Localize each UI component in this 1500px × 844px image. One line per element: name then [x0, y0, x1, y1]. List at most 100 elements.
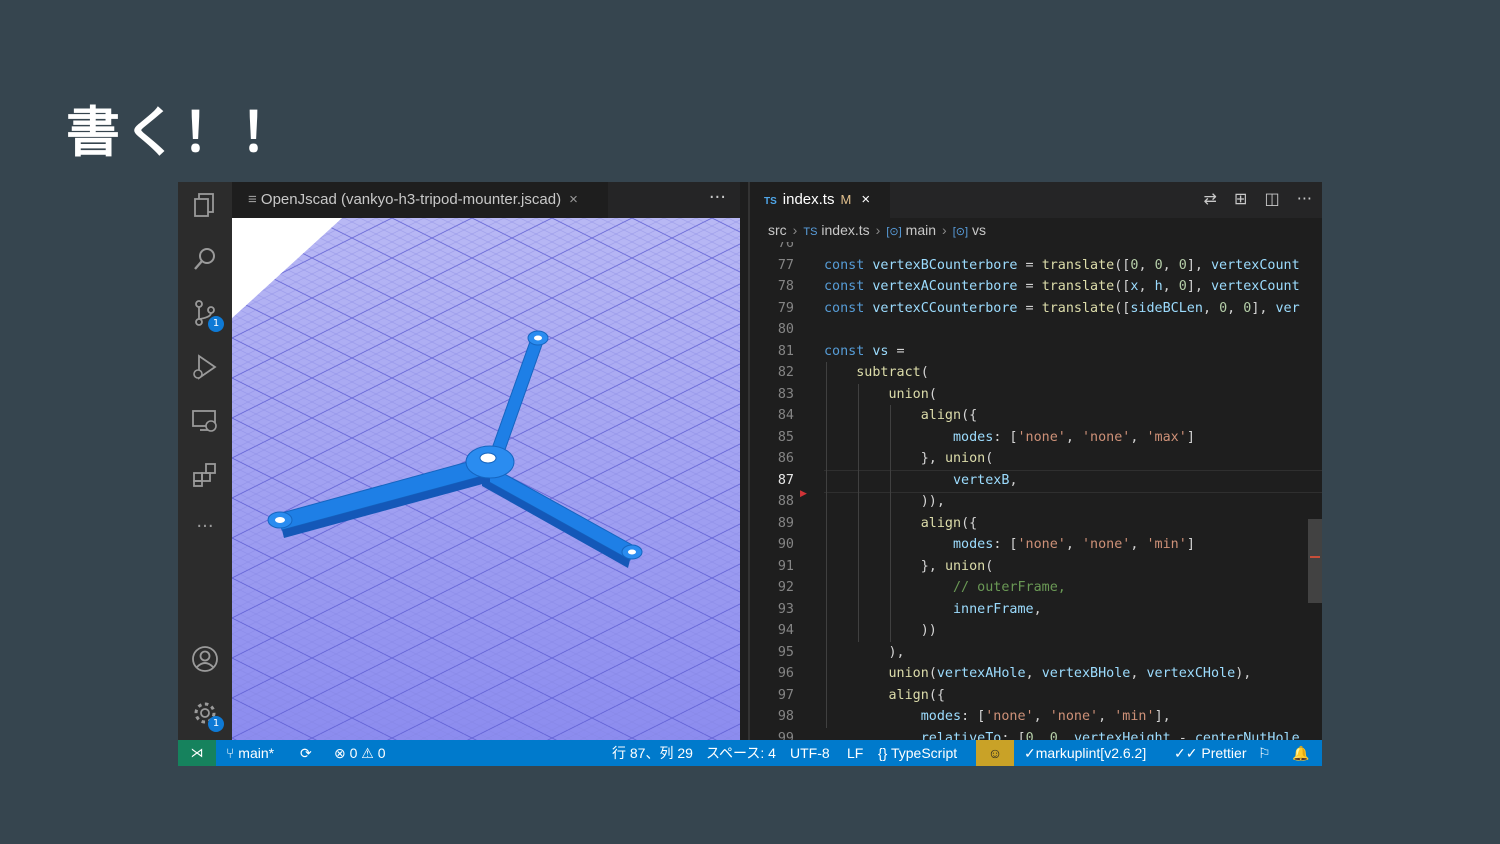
code-line[interactable]: 85 modes: ['none', 'none', 'max']	[750, 427, 1322, 449]
more-actions-icon[interactable]: ···	[1297, 189, 1312, 208]
breadcrumb-symbol-main[interactable]: main	[906, 222, 936, 238]
indent-guide	[890, 405, 891, 642]
code-line[interactable]: 99 relativeTo: [0, 0, vertexHeight - cen…	[750, 728, 1322, 741]
line-number: 96	[777, 666, 794, 681]
sync-icon[interactable]: ⟳	[300, 740, 312, 766]
code-text: modes: ['none', 'none', 'max']	[953, 429, 1195, 445]
code-text: relativeTo: [0, 0, vertexHeight - center…	[920, 730, 1300, 741]
end-of-line[interactable]: LF	[847, 740, 863, 766]
right-editor-tabbar: TS index.ts M × ⇄ ⊞ ◫ ···	[750, 182, 1322, 218]
close-icon[interactable]: ×	[569, 191, 578, 208]
code-line[interactable]: 91 }, union(	[750, 556, 1322, 578]
code-line[interactable]: 94 ))	[750, 620, 1322, 642]
settings-badge: 1	[208, 716, 224, 732]
code-editor[interactable]: 76 77 const vertexBCounterbore = translate…	[750, 242, 1322, 740]
settings-gear-icon[interactable]: 1	[190, 698, 224, 732]
extensions-icon[interactable]	[190, 460, 220, 490]
line-number: 79	[777, 300, 794, 316]
code-text: vertexB,	[953, 472, 1018, 488]
indent-guide	[858, 383, 859, 642]
code-line[interactable]: 88 )),	[750, 491, 1322, 513]
outline-icon[interactable]: ⊞	[1234, 189, 1247, 208]
remote-explorer-icon[interactable]	[190, 406, 220, 436]
run-debug-icon[interactable]	[190, 352, 220, 382]
code-line[interactable]: 98 modes: ['none', 'none', 'min'],	[750, 706, 1322, 728]
encoding[interactable]: UTF-8	[790, 740, 830, 766]
search-icon[interactable]	[190, 244, 220, 274]
activity-bar: 1 ··· 1	[178, 182, 232, 740]
code-text: ))	[824, 623, 937, 638]
breadcrumb-folder[interactable]: src	[768, 222, 787, 238]
code-text: union(	[888, 386, 937, 402]
code-line[interactable]: 95 ),	[750, 642, 1322, 664]
line-number: 86	[777, 451, 794, 466]
line-number: 85	[777, 429, 794, 445]
tab-index-ts[interactable]: TS index.ts M ×	[750, 182, 890, 218]
tab-index-ts-label: index.ts	[782, 191, 835, 208]
code-line[interactable]: 83 union(	[750, 384, 1322, 406]
notifications-icon[interactable]: 🔔	[1292, 740, 1309, 766]
branch-icon: ⑂	[226, 745, 239, 761]
more-actions-icon[interactable]: ···	[709, 182, 726, 214]
line-number: 98	[777, 709, 794, 724]
code-line[interactable]: 96 union(vertexAHole, vertexBHole, verte…	[750, 663, 1322, 685]
code-text: const vertexBCounterbore = translate([0,…	[824, 257, 1300, 273]
branch-indicator[interactable]: ⑂ main*	[226, 740, 274, 766]
remote-indicator[interactable]: ⋊	[178, 740, 216, 766]
code-text: align({	[888, 687, 945, 703]
code-line[interactable]: 89 align({	[750, 513, 1322, 535]
code-line[interactable]: 81 const vs =	[750, 341, 1322, 363]
code-text: union(vertexAHole, vertexBHole, vertexCH…	[888, 666, 1252, 681]
tab-openjscad[interactable]: ≡ OpenJscad (vankyo-h3-tripod-mounter.js…	[232, 182, 608, 218]
more-views-icon[interactable]: ···	[190, 512, 220, 542]
markuplint-status[interactable]: ✓markuplint[v2.6.2]	[1024, 740, 1146, 766]
typescript-file-icon: TS	[803, 226, 818, 238]
code-line[interactable]: 90 modes: ['none', 'none', 'min']	[750, 534, 1322, 556]
code-line[interactable]: 80	[750, 319, 1322, 341]
account-icon[interactable]	[190, 644, 220, 674]
code-line[interactable]: 86 }, union(	[750, 448, 1322, 470]
openjscad-viewport[interactable]	[232, 218, 740, 740]
language-mode[interactable]: {} TypeScript	[878, 740, 957, 766]
code-text: }, union(	[824, 558, 994, 574]
line-number: 89	[777, 515, 794, 531]
line-number: 81	[777, 343, 794, 359]
breadcrumb-file[interactable]: index.ts	[821, 222, 869, 238]
scrollbar-thumb[interactable]	[1308, 519, 1322, 603]
prettier-status[interactable]: ✓✓ Prettier	[1174, 740, 1246, 766]
split-editor-icon[interactable]: ◫	[1265, 189, 1280, 208]
line-number: 76	[777, 242, 794, 251]
open-changes-icon[interactable]: ⇄	[1204, 189, 1217, 208]
code-line[interactable]: 79 const vertexCCounterbore = translate([…	[750, 298, 1322, 320]
slide-title: 書く！！	[66, 101, 298, 164]
line-number: 80	[777, 322, 794, 337]
line-number: 95	[777, 644, 794, 660]
code-line[interactable]: 77 const vertexBCounterbore = translate([…	[750, 255, 1322, 277]
code-line[interactable]: 92 // outerFrame,	[750, 577, 1322, 599]
code-text: const vertexCCounterbore = translate([si…	[824, 300, 1300, 316]
breadcrumb-symbol-vs[interactable]: vs	[972, 222, 986, 238]
code-line[interactable]: 87 vertexB,	[750, 469, 1322, 493]
code-line[interactable]: 97 align({	[750, 685, 1322, 707]
code-line[interactable]: 84 align({	[750, 405, 1322, 427]
source-control-icon[interactable]: 1	[190, 298, 224, 332]
line-number: 92	[777, 580, 794, 595]
close-icon[interactable]: ×	[861, 191, 870, 208]
problems-indicator[interactable]: ⊗ 0 ⚠ 0	[334, 740, 386, 766]
scm-badge: 1	[208, 316, 224, 332]
code-line[interactable]: 78 const vertexACounterbore = translate([…	[750, 276, 1322, 298]
code-line[interactable]: 76	[750, 242, 1322, 255]
code-line[interactable]: 82 subtract(	[750, 362, 1322, 384]
tab-openjscad-label: OpenJscad (vankyo-h3-tripod-mounter.jsca…	[260, 191, 562, 208]
code-line[interactable]: 93 innerFrame,	[750, 599, 1322, 621]
modified-indicator: M	[840, 192, 852, 207]
cursor-position[interactable]: 行 87、列 29	[612, 740, 693, 766]
line-number: 91	[777, 558, 794, 574]
code-text: innerFrame,	[953, 601, 1042, 617]
indentation[interactable]: スペース: 4	[706, 740, 776, 766]
copilot-icon[interactable]: ☺	[976, 740, 1014, 766]
vscode-window: 1 ··· 1 ≡ OpenJscad (vankyo-h3-tripod-mo…	[178, 182, 1322, 766]
explorer-icon[interactable]	[190, 190, 220, 220]
feedback-icon[interactable]: ⚐	[1258, 740, 1271, 766]
code-text: ),	[824, 644, 905, 660]
